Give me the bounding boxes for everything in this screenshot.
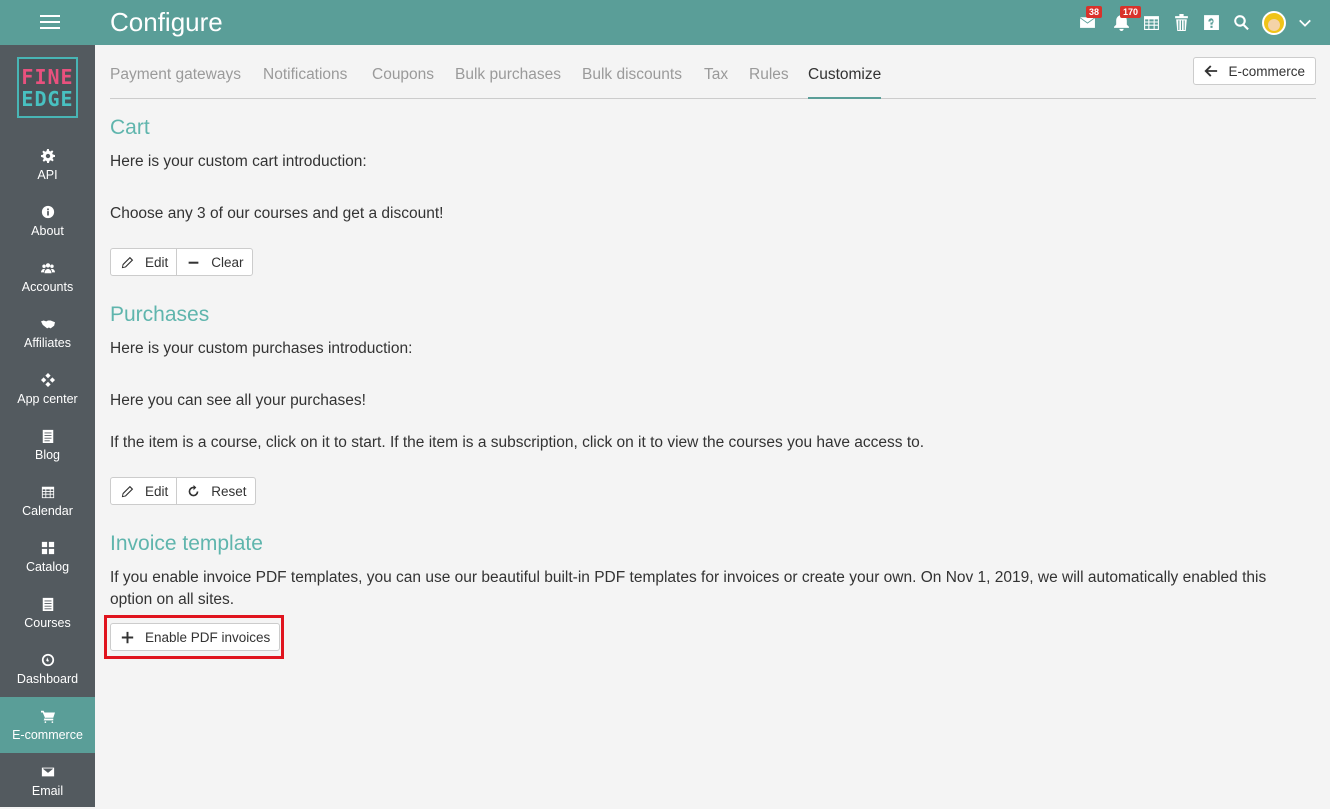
- notebook-icon: [40, 597, 55, 612]
- top-icons: 38 170: [1070, 0, 1312, 45]
- calendar-grid-icon: [1143, 16, 1159, 30]
- cart-intro: Here is your custom cart introduction:: [110, 153, 367, 170]
- envelope-icon: [40, 765, 55, 780]
- clear-label: Clear: [211, 254, 244, 270]
- cart-edit-button[interactable]: Edit: [111, 249, 176, 275]
- logo[interactable]: FINE EDGE: [17, 57, 78, 118]
- purchases-intro: Here is your custom purchases introducti…: [110, 340, 413, 357]
- sidebar-item-affiliates[interactable]: Affiliates: [0, 305, 95, 361]
- back-button-label: E-commerce: [1228, 63, 1305, 79]
- search-icon: [1233, 15, 1249, 31]
- edit-label: Edit: [145, 254, 169, 270]
- messages-badge: 38: [1086, 5, 1103, 18]
- notifications-button[interactable]: 170: [1108, 5, 1142, 35]
- cart-title: Cart: [110, 116, 150, 139]
- purchases-button-group: Edit Reset: [110, 477, 256, 505]
- sidebar-item-accounts[interactable]: Accounts: [0, 249, 95, 305]
- sidebar-item-label: Catalog: [25, 559, 70, 574]
- purchases-reset-button[interactable]: Reset: [176, 478, 254, 504]
- sidebar-item-label: Blog: [34, 447, 61, 462]
- cart-button-group: Edit Clear: [110, 248, 253, 276]
- trash-icon: [1174, 14, 1188, 31]
- sidebar-item-label: Accounts: [21, 279, 74, 294]
- purchases-body-1: Here you can see all your purchases!: [110, 392, 366, 409]
- cart-icon: [40, 709, 55, 724]
- invoice-body: If you enable invoice PDF templates, you…: [110, 569, 1267, 608]
- tab-customize[interactable]: Customize: [808, 66, 882, 99]
- sidebar-nav: API About Accounts Affiliates App center…: [0, 137, 95, 809]
- sidebar-item-label: API: [37, 167, 58, 182]
- diamond-grid-icon: [40, 373, 55, 388]
- users-icon: [40, 261, 55, 276]
- sidebar-item-app-center[interactable]: App center: [0, 361, 95, 417]
- help-button[interactable]: [1198, 11, 1224, 35]
- purchases-title: Purchases: [110, 303, 210, 326]
- logo-line-2: EDGE: [21, 86, 74, 111]
- reset-label: Reset: [211, 483, 247, 499]
- sidebar: FINE EDGE API About Accounts Affiliates …: [0, 45, 95, 807]
- sidebar-item-about[interactable]: About: [0, 193, 95, 249]
- sidebar-item-label: About: [31, 223, 64, 238]
- sidebar-item-label: Dashboard: [16, 671, 79, 686]
- sidebar-item-courses[interactable]: Courses: [0, 585, 95, 641]
- sidebar-item-label: Courses: [24, 615, 71, 630]
- grid-icon: [40, 541, 55, 556]
- search-button[interactable]: [1228, 11, 1254, 35]
- enable-pdf-invoices-label: Enable PDF invoices: [145, 629, 271, 645]
- menu-icon[interactable]: [40, 15, 60, 30]
- sidebar-item-label: Calendar: [22, 503, 73, 518]
- tab-bar: Payment gateways Notifications Coupons B…: [110, 45, 1316, 99]
- purchases-body-2: If the item is a course, click on it to …: [110, 434, 925, 451]
- sidebar-item-label: E-commerce: [12, 727, 83, 742]
- enable-pdf-invoices-button[interactable]: Enable PDF invoices: [111, 624, 279, 650]
- handshake-icon: [40, 317, 55, 332]
- tab-payment-gateways[interactable]: Payment gateways: [110, 66, 241, 99]
- sidebar-item-calendar[interactable]: Calendar: [0, 473, 95, 529]
- tab-bulk-purchases[interactable]: Bulk purchases: [455, 66, 561, 99]
- refresh-icon: [188, 484, 199, 496]
- cart-clear-button[interactable]: Clear: [176, 249, 251, 275]
- sidebar-item-api[interactable]: API: [0, 137, 95, 193]
- user-menu[interactable]: [1254, 10, 1312, 35]
- sidebar-item-e-commerce[interactable]: E-commerce: [0, 697, 95, 753]
- avatar: [1262, 10, 1286, 35]
- invoice-title: Invoice template: [110, 532, 263, 555]
- document-icon: [40, 429, 55, 444]
- pencil-icon: [121, 485, 134, 497]
- tab-notifications[interactable]: Notifications: [263, 66, 347, 99]
- trash-button[interactable]: [1168, 11, 1194, 35]
- back-to-e-commerce-button[interactable]: E-commerce: [1193, 57, 1316, 85]
- tab-coupons[interactable]: Coupons: [372, 66, 434, 99]
- top-bar: Configure 38 170: [0, 0, 1330, 45]
- gauge-icon: [40, 653, 55, 668]
- sidebar-item-dashboard[interactable]: Dashboard: [0, 641, 95, 697]
- page-title: Configure: [110, 7, 223, 37]
- logo-line-1: FINE: [21, 64, 74, 89]
- sidebar-item-blog[interactable]: Blog: [0, 417, 95, 473]
- cart-body: Choose any 3 of our courses and get a di…: [110, 205, 444, 222]
- minus-icon: [188, 261, 199, 264]
- calendar-icon: [40, 485, 55, 500]
- edit-label: Edit: [145, 483, 169, 499]
- help-icon: [1203, 15, 1219, 30]
- invoice-button-group: Enable PDF invoices: [110, 623, 281, 651]
- tab-tax[interactable]: Tax: [704, 66, 728, 99]
- info-icon: [40, 205, 55, 220]
- chevron-down-icon: [1299, 19, 1311, 27]
- messages-button[interactable]: 38: [1074, 5, 1103, 35]
- sidebar-item-label: App center: [17, 391, 78, 406]
- sidebar-item-catalog[interactable]: Catalog: [0, 529, 95, 585]
- tab-rules[interactable]: Rules: [749, 66, 789, 99]
- sidebar-item-label: Email: [31, 783, 64, 798]
- sidebar-item-email[interactable]: Email: [0, 753, 95, 809]
- pencil-icon: [121, 256, 134, 268]
- arrow-left-icon: [1204, 65, 1218, 77]
- gear-icon: [40, 149, 55, 164]
- calendar-button[interactable]: [1138, 11, 1164, 35]
- plus-icon: [121, 631, 134, 643]
- tab-bulk-discounts[interactable]: Bulk discounts: [582, 66, 682, 99]
- purchases-edit-button[interactable]: Edit: [111, 478, 176, 504]
- sidebar-item-label: Affiliates: [23, 335, 71, 350]
